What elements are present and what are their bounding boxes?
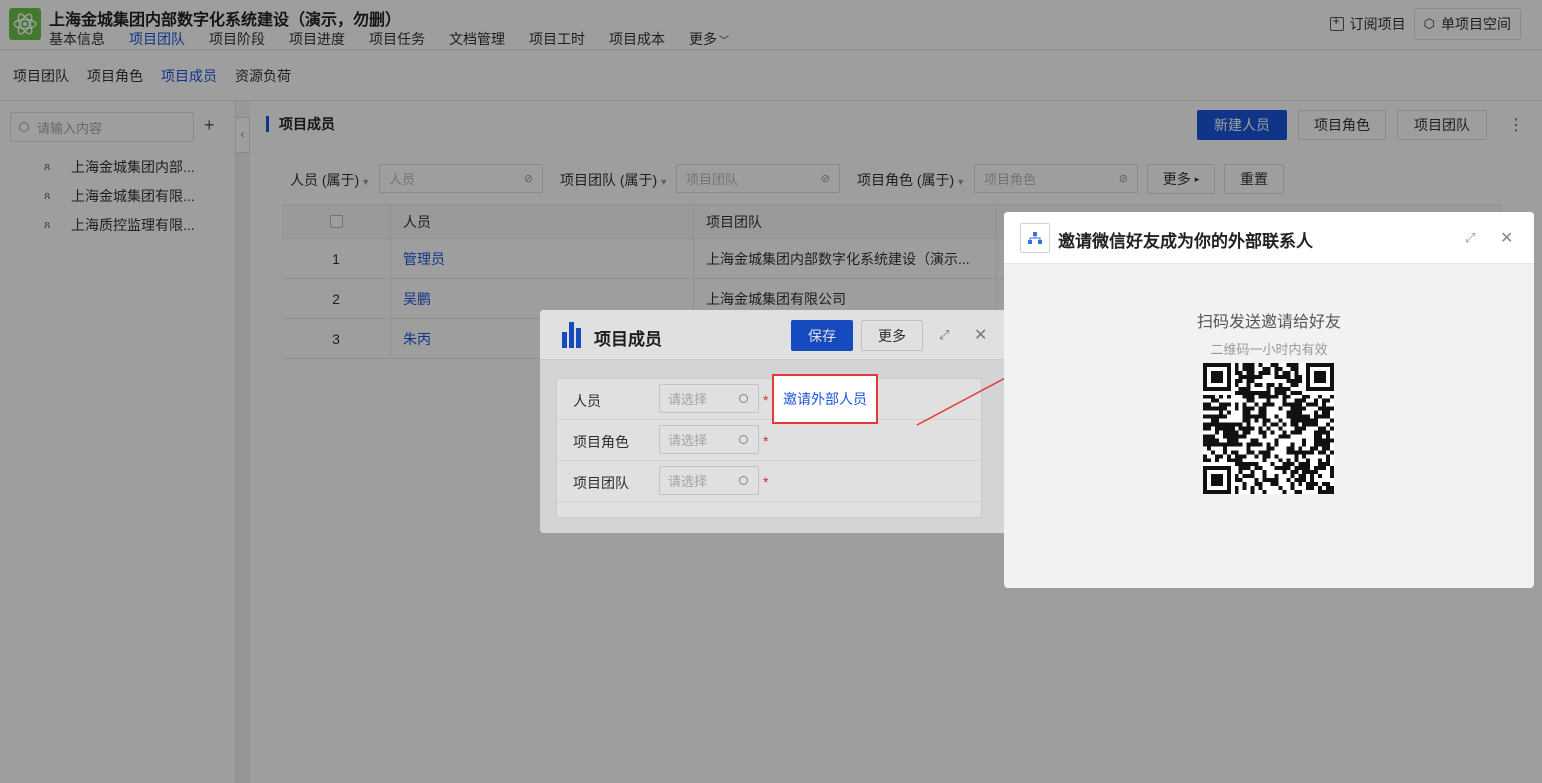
form-row-team: 项目团队 请选择 * bbox=[557, 461, 981, 502]
close-icon[interactable]: ✕ bbox=[1500, 228, 1513, 248]
select-placeholder: 请选择 bbox=[668, 474, 708, 489]
role-select[interactable]: 请选择 bbox=[659, 425, 759, 454]
invite-external-link[interactable]: 邀请外部人员 bbox=[772, 374, 878, 424]
field-label: 项目团队 bbox=[573, 475, 629, 491]
required-mark: * bbox=[763, 433, 769, 449]
search-icon bbox=[739, 476, 748, 485]
field-label: 人员 bbox=[573, 393, 601, 409]
dialog-title: 项目成员 bbox=[594, 330, 662, 349]
qr-code bbox=[1203, 363, 1334, 494]
wechat-dialog-title: 邀请微信好友成为你的外部联系人 bbox=[1058, 232, 1313, 251]
field-label: 项目角色 bbox=[573, 434, 629, 450]
more-button[interactable]: 更多 bbox=[861, 320, 923, 351]
person-select[interactable]: 请选择 bbox=[659, 384, 759, 413]
qr-validity-text: 二维码一小时内有效 bbox=[1210, 342, 1328, 357]
select-placeholder: 请选择 bbox=[668, 433, 708, 448]
expand-icon[interactable]: ⤢ bbox=[939, 327, 949, 343]
form-row-person: 人员 请选择 * bbox=[557, 379, 981, 420]
member-form: 人员 请选择 * 项目角色 请选择 * 项目团队 请选择 * bbox=[556, 378, 982, 518]
required-mark: * bbox=[763, 392, 769, 408]
org-chart-icon bbox=[1020, 223, 1050, 253]
wechat-dialog-header: 邀请微信好友成为你的外部联系人 ⤢ ✕ bbox=[1004, 212, 1534, 264]
form-row-role: 项目角色 请选择 * bbox=[557, 420, 981, 461]
expand-icon[interactable]: ⤢ bbox=[1465, 230, 1475, 246]
scan-instruction: 扫码发送邀请给好友 bbox=[1196, 314, 1341, 331]
team-select[interactable]: 请选择 bbox=[659, 466, 759, 495]
required-mark: * bbox=[763, 474, 769, 490]
close-icon[interactable]: ✕ bbox=[974, 325, 987, 345]
bar-chart-logo-icon bbox=[562, 322, 583, 348]
wechat-invite-dialog: 邀请微信好友成为你的外部联系人 ⤢ ✕ 扫码发送邀请给好友 二维码一小时内有效 bbox=[1004, 212, 1534, 588]
search-icon bbox=[739, 435, 748, 444]
search-icon bbox=[739, 394, 748, 403]
save-button[interactable]: 保存 bbox=[791, 320, 853, 351]
select-placeholder: 请选择 bbox=[668, 392, 708, 407]
dialog-header: 项目成员 保存 更多 ⤢ ✕ bbox=[540, 310, 1010, 360]
